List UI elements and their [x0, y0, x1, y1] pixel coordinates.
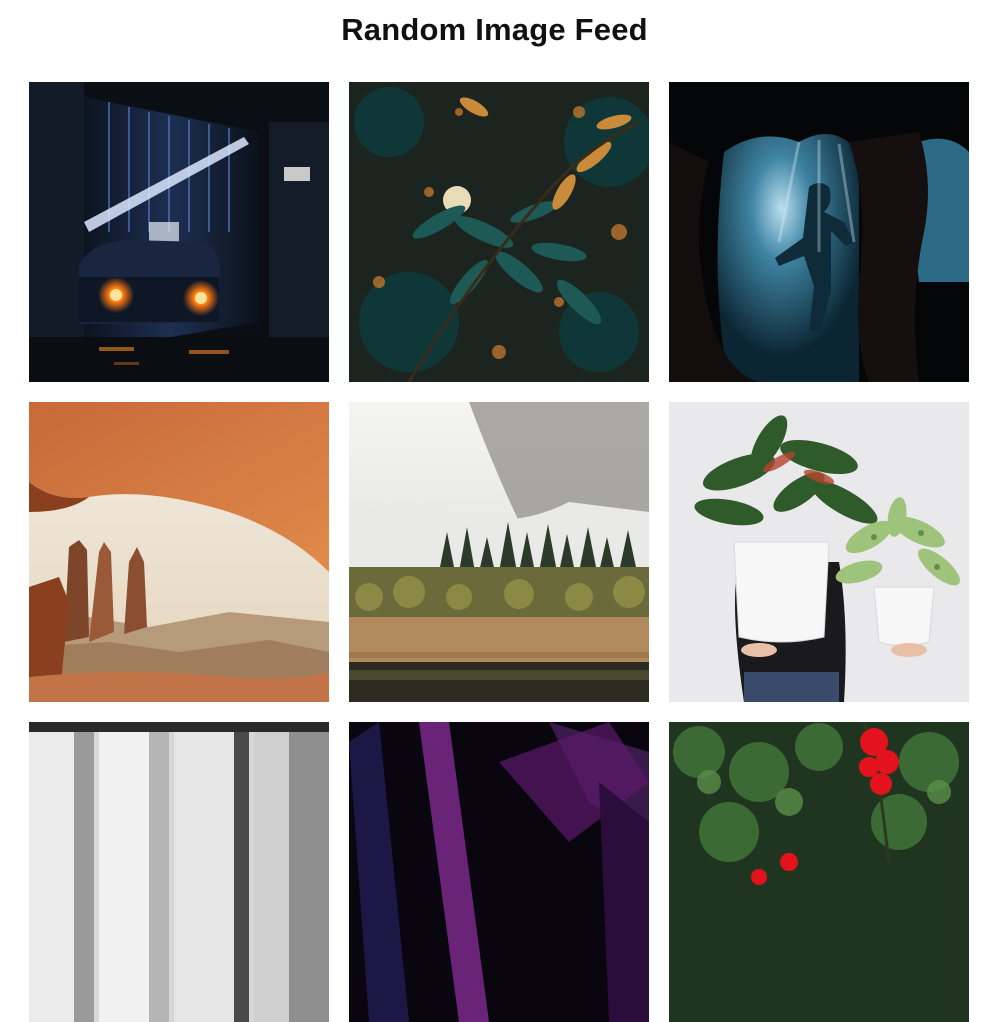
leaves-bokeh-photo: [349, 82, 649, 382]
canyon-arch-photo: [29, 402, 329, 702]
white-building-facade-photo: [29, 722, 329, 1022]
feed-image-misty-forest[interactable]: [349, 402, 649, 702]
red-flowers-bush-photo: [669, 722, 969, 1022]
image-feed-grid: [29, 82, 969, 1022]
feed-image-building[interactable]: [29, 722, 329, 1022]
tunnel-car-photo: [29, 82, 329, 382]
feed-image-leaves[interactable]: [349, 82, 649, 382]
feed-image-canyon-arch[interactable]: [29, 402, 329, 702]
feed-image-underwater-cave[interactable]: [669, 82, 969, 382]
feed-image-potted-plants[interactable]: [669, 402, 969, 702]
feed-image-tunnel-car[interactable]: [29, 82, 329, 382]
abstract-purple-shapes-photo: [349, 722, 649, 1022]
potted-plants-photo: [669, 402, 969, 702]
underwater-cave-diver-photo: [669, 82, 969, 382]
misty-forest-meadow-photo: [349, 402, 649, 702]
page-title: Random Image Feed: [341, 12, 648, 47]
feed-image-abstract[interactable]: [349, 722, 649, 1022]
feed-image-red-flowers[interactable]: [669, 722, 969, 1022]
